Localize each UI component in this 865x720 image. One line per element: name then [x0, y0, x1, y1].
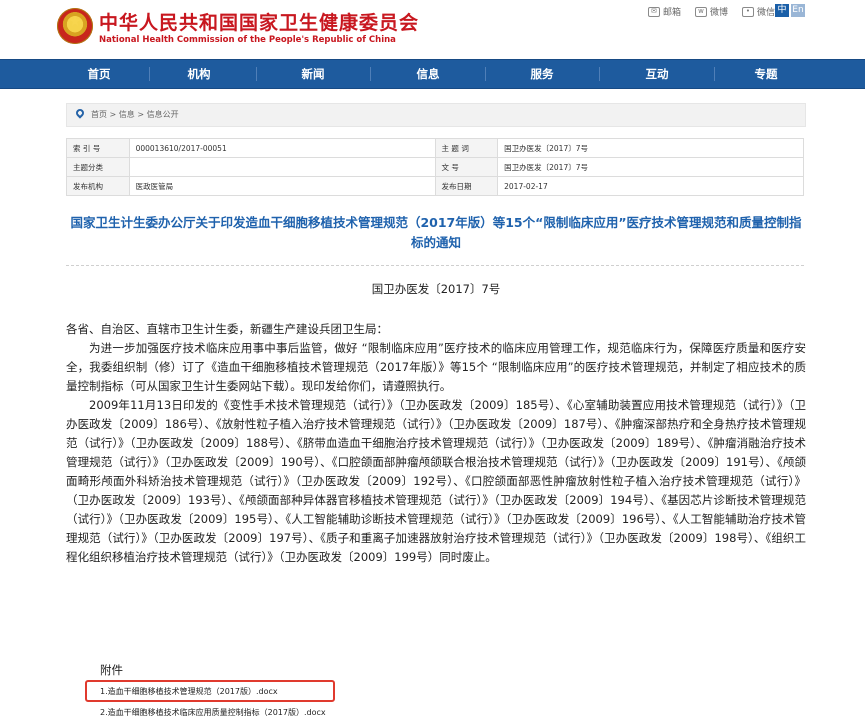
- info-value: 国卫办医发〔2017〕7号: [497, 138, 804, 158]
- info-key: 发布机构: [66, 176, 130, 196]
- weibo-icon: w: [694, 6, 707, 17]
- lang-zh-button[interactable]: 中: [775, 4, 789, 17]
- nav-divider: [714, 67, 715, 81]
- document-info-table: 索 引 号 000013610/2017-00051 主 题 词 国卫办医发〔2…: [66, 138, 804, 196]
- nav-divider: [599, 67, 600, 81]
- document-number: 国卫办医发〔2017〕7号: [371, 282, 501, 296]
- table-row: 发布机构 医政医管局 发布日期 2017-02-17: [66, 176, 804, 196]
- attachments-heading: 附件: [100, 663, 123, 677]
- nav-divider: [149, 67, 150, 81]
- nav-information[interactable]: 信息: [393, 60, 463, 88]
- nav-divider: [485, 67, 486, 81]
- wechat-link[interactable]: • 微信: [741, 5, 775, 18]
- breadcrumb: 首页 > 信息 > 信息公开: [66, 103, 806, 127]
- info-key: 发布日期: [434, 176, 499, 196]
- info-key: 主 题 词: [434, 138, 499, 158]
- location-pin-icon: [74, 107, 86, 119]
- info-key: 主题分类: [66, 157, 130, 177]
- info-value: [128, 157, 436, 177]
- document-title: 国家卫生计生委办公厅关于印发造血干细胞移植技术管理规范（2017年版）等15个“…: [70, 215, 802, 250]
- main-nav: 首页 机构 新闻 信息 服务 互动 专题: [0, 59, 865, 89]
- header-tools: ✉ 邮箱 w 微博 • 微信: [647, 5, 775, 18]
- document-body: 各省、自治区、直辖市卫生计生委，新疆生产建设兵团卫生局： 为进一步加强医疗技术临…: [66, 320, 806, 567]
- lang-en-button[interactable]: En: [791, 4, 805, 17]
- mail-link[interactable]: ✉ 邮箱: [647, 5, 681, 18]
- site-title[interactable]: 中华人民共和国国家卫生健康委员会: [99, 8, 419, 35]
- info-value: 医政医管局: [128, 176, 436, 196]
- info-value: 国卫办医发〔2017〕7号: [497, 157, 804, 177]
- nav-home[interactable]: 首页: [64, 60, 134, 88]
- info-value: 000013610/2017-00051: [128, 138, 436, 158]
- info-key: 索 引 号: [66, 138, 130, 158]
- table-row: 主题分类 文 号 国卫办医发〔2017〕7号: [66, 157, 804, 177]
- nav-services[interactable]: 服务: [507, 60, 577, 88]
- title-divider: [66, 265, 804, 266]
- national-emblem-icon: ★: [57, 8, 93, 44]
- info-key: 文 号: [434, 157, 499, 177]
- weibo-link[interactable]: w 微博: [694, 5, 728, 18]
- body-paragraph: 为进一步加强医疗技术临床应用事中事后监管，做好 “限制临床应用”医疗技术的临床应…: [66, 341, 806, 393]
- attachment-link-2[interactable]: 2.造血干细胞移植技术临床应用质量控制指标（2017版）.docx: [100, 707, 326, 718]
- nav-topics[interactable]: 专题: [731, 60, 801, 88]
- body-paragraph: 2009年11月13日印发的《变性手术技术管理规范（试行）》（卫办医政发〔200…: [66, 398, 806, 564]
- site-subtitle: National Health Commission of the People…: [99, 35, 396, 45]
- language-switch: 中 En: [775, 4, 805, 17]
- wechat-icon: •: [741, 6, 754, 17]
- attachment-link-1[interactable]: 1.造血干细胞移植技术管理规范（2017版）.docx: [100, 686, 278, 697]
- salutation: 各省、自治区、直辖市卫生计生委，新疆生产建设兵团卫生局：: [66, 322, 388, 336]
- info-value: 2017-02-17: [497, 176, 804, 196]
- breadcrumb-path[interactable]: 首页 > 信息 > 信息公开: [91, 104, 179, 126]
- nav-divider: [370, 67, 371, 81]
- mail-icon: ✉: [647, 6, 660, 17]
- site-header: ★ 中华人民共和国国家卫生健康委员会 National Health Commi…: [0, 0, 865, 58]
- nav-interaction[interactable]: 互动: [622, 60, 692, 88]
- nav-organization[interactable]: 机构: [164, 60, 234, 88]
- nav-news[interactable]: 新闻: [278, 60, 348, 88]
- nav-divider: [256, 67, 257, 81]
- table-row: 索 引 号 000013610/2017-00051 主 题 词 国卫办医发〔2…: [66, 138, 804, 158]
